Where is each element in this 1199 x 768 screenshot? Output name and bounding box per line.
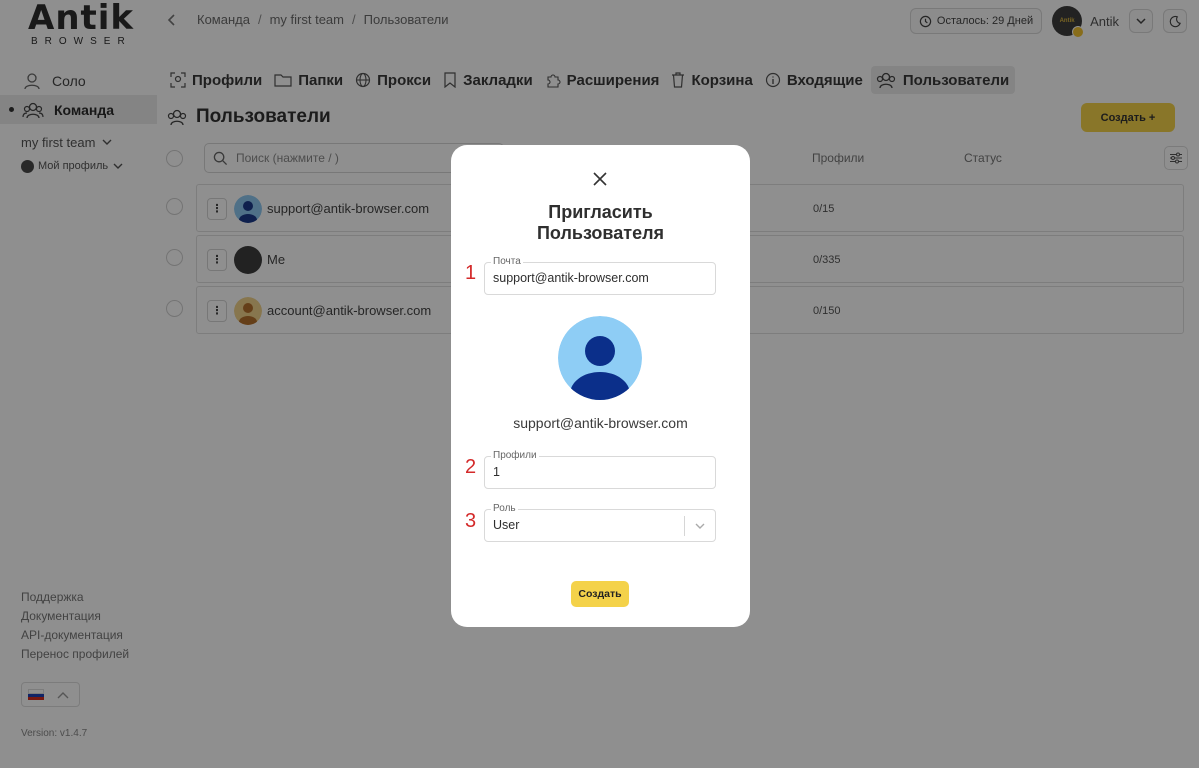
invite-user-dialog: Пригласить Пользователя 1 Почта support@… xyxy=(451,145,750,627)
step-marker-2: 2 xyxy=(465,456,477,478)
dialog-title-line-2: Пользователя xyxy=(536,223,665,243)
invitee-email-preview: support@antik-browser.com xyxy=(513,415,688,431)
invitee-avatar xyxy=(558,316,642,400)
dialog-title-line-1: Пригласить xyxy=(548,202,653,222)
email-field-value: support@antik-browser.com xyxy=(493,271,649,285)
email-field[interactable]: Почта support@antik-browser.com xyxy=(484,255,716,295)
role-select[interactable]: Роль User xyxy=(484,502,716,542)
dialog-title: Пригласить Пользователя xyxy=(451,202,750,244)
profiles-limit-input[interactable]: Профили 1 xyxy=(484,449,716,489)
step-marker-1: 1 xyxy=(465,262,477,284)
select-divider xyxy=(684,516,685,536)
step-marker-3: 3 xyxy=(465,510,477,532)
role-field-label: Роль xyxy=(491,502,518,515)
close-icon[interactable] xyxy=(591,170,609,188)
profiles-field-label: Профили xyxy=(491,449,539,462)
profiles-field-value: 1 xyxy=(493,465,500,479)
submit-invite-button[interactable]: Создать xyxy=(571,581,629,607)
role-select-value: User xyxy=(493,518,520,532)
chevron-down-icon[interactable] xyxy=(693,519,707,533)
email-field-label: Почта xyxy=(491,255,523,268)
